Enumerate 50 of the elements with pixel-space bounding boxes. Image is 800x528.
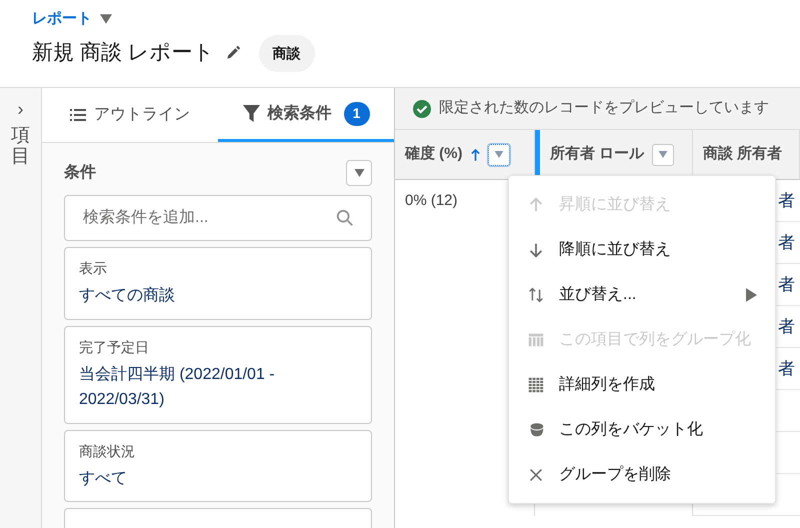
menu-item[interactable]: 並び替え... — [509, 272, 775, 317]
filter-label: 商談状況 — [79, 442, 136, 461]
report-title: 新規 商談 レポート — [32, 40, 215, 66]
filter-card[interactable]: 商談状況 すべて — [64, 430, 372, 502]
filter-value: 当会計四半期 (2022/01/01 - 2022/03/31) — [79, 364, 276, 410]
table-cell-text: 0% (12) — [405, 190, 458, 211]
table-grid-icon — [527, 376, 545, 394]
table-cell-text: 者 — [778, 358, 795, 380]
menu-item[interactable]: 詳細列を作成 — [509, 362, 775, 407]
search-icon — [336, 209, 354, 227]
filter-label: 表示 — [79, 259, 108, 278]
caret-icon — [354, 169, 364, 177]
breadcrumb-link[interactable]: レポート — [32, 8, 92, 30]
filter-icon — [242, 105, 260, 122]
menu-item[interactable]: この列をバケット化 — [509, 407, 775, 452]
fields-label: 項目 — [11, 126, 30, 168]
column-menu-button[interactable] — [652, 144, 674, 166]
caret-icon — [494, 151, 504, 158]
panel-tab[interactable]: アウトライン — [42, 88, 218, 142]
caret-icon — [658, 151, 668, 158]
list-icon — [70, 108, 86, 122]
table-cell-text: 者 — [778, 316, 795, 338]
section-title: 条件 — [64, 162, 96, 183]
column-menu-button[interactable] — [488, 144, 510, 166]
caret-icon — [100, 14, 112, 24]
filter-value: すべて — [79, 468, 128, 489]
filter-value: すべての商談 — [79, 286, 176, 306]
arrow-down-icon — [527, 240, 545, 258]
count-badge: 1 — [344, 102, 370, 126]
menu-item[interactable]: グループを削除 — [509, 452, 775, 497]
pencil-icon[interactable] — [224, 45, 241, 61]
filter-label: 完了予定日 — [79, 338, 150, 357]
search-field[interactable]: 検索条件を追加... — [64, 195, 372, 241]
preview-message: 限定された数のレコードをプレビューしています — [439, 98, 769, 118]
menu-item[interactable]: 降順に並び替え — [509, 227, 775, 272]
check-circle-icon — [413, 100, 431, 118]
table-cell-text: 者 — [778, 232, 795, 254]
sort-arrows-icon — [527, 286, 545, 304]
fields-strip[interactable]: › 項目 — [0, 88, 42, 528]
menu-dropdown-button[interactable] — [346, 160, 372, 186]
columns-icon — [527, 330, 545, 348]
filter-card[interactable]: 表示 すべての商談 — [64, 247, 372, 320]
table-cell-text: 者 — [778, 274, 795, 296]
object-badge: 商談 — [258, 34, 315, 72]
expand-toggle[interactable]: › — [18, 100, 24, 118]
arrow-up-icon — [527, 196, 545, 214]
filter-card[interactable]: 完了予定日 当会計四半期 (2022/01/01 - 2022/03/31) — [64, 326, 372, 424]
submenu-arrow-icon — [746, 288, 757, 302]
table-cell-text: 者 — [778, 190, 795, 212]
arrow-up-icon — [470, 148, 480, 161]
